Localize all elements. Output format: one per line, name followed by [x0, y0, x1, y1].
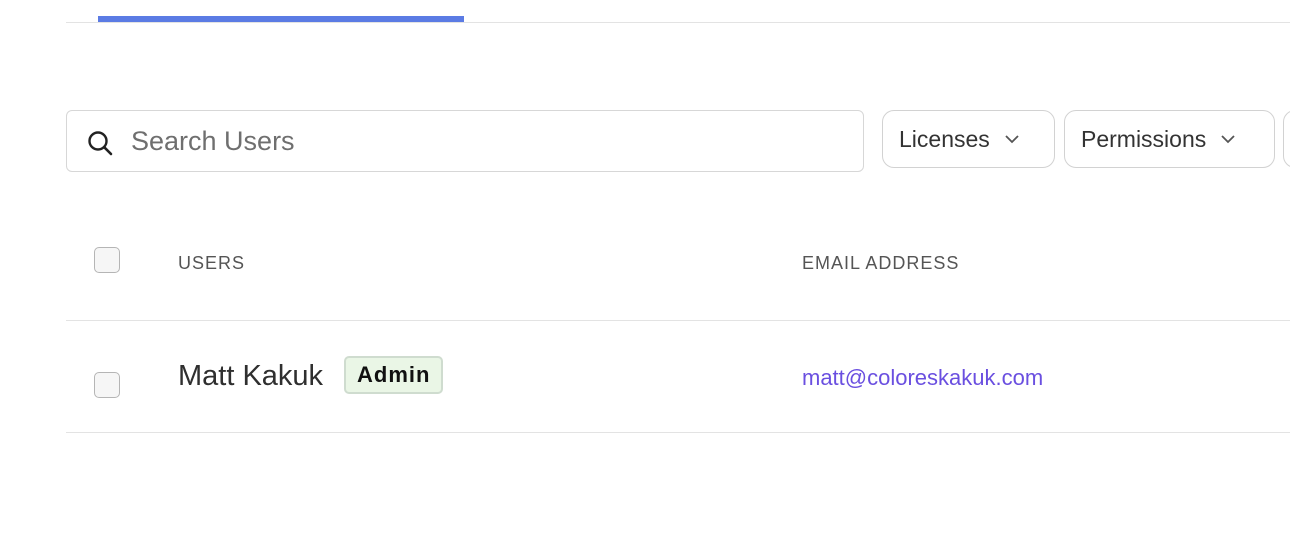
column-header-users: USERS: [178, 253, 246, 273]
tab-strip: [66, 0, 1290, 23]
search-input[interactable]: [131, 123, 831, 159]
column-header-email: EMAIL ADDRESS: [802, 253, 960, 273]
licenses-filter-button[interactable]: Licenses: [882, 110, 1055, 168]
table-row: Matt Kakuk Admin matt@coloreskakuk.com: [66, 320, 1290, 433]
user-name[interactable]: Matt Kakuk: [178, 360, 323, 393]
search-box[interactable]: [66, 110, 864, 172]
table-header: USERS EMAIL ADDRESS: [66, 222, 1290, 321]
permissions-filter-label: Permissions: [1081, 125, 1207, 152]
user-email-link[interactable]: matt@coloreskakuk.com: [802, 365, 1043, 391]
admin-badge: Admin: [344, 356, 444, 394]
chevron-down-icon: [1221, 135, 1235, 144]
active-tab-indicator: [98, 16, 464, 22]
licenses-filter-label: Licenses: [899, 125, 990, 152]
user-management-page: Licenses Permissions USERS EMAIL ADDRESS…: [0, 0, 1290, 554]
search-icon: [88, 131, 113, 156]
additional-filter-button[interactable]: [1283, 110, 1290, 168]
permissions-filter-button[interactable]: Permissions: [1064, 110, 1275, 168]
chevron-down-icon: [1005, 135, 1019, 144]
row-checkbox[interactable]: [94, 372, 120, 398]
select-all-checkbox[interactable]: [94, 247, 120, 273]
